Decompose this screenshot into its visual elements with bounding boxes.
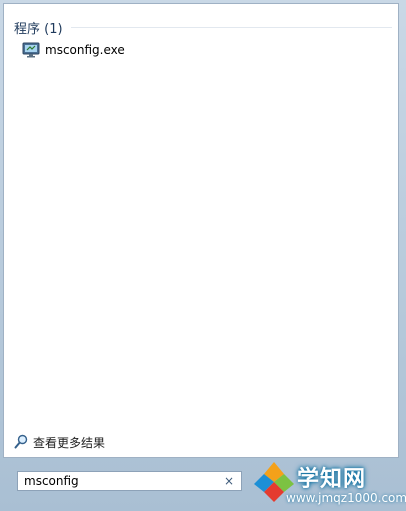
magnifier-icon bbox=[14, 434, 28, 450]
see-more-results-link[interactable]: 查看更多结果 bbox=[14, 432, 105, 452]
clear-search-icon[interactable]: × bbox=[221, 473, 237, 489]
results-group-header[interactable]: 程序 (1) bbox=[14, 16, 392, 38]
start-menu: 程序 (1) msconfig.exe 查看更多结果 msconfig × 学知… bbox=[0, 0, 406, 511]
watermark-title: 学知网 bbox=[297, 467, 367, 492]
result-item-label: msconfig.exe bbox=[45, 43, 125, 57]
group-header-label: 程序 (1) bbox=[14, 21, 63, 37]
search-box[interactable]: × bbox=[17, 471, 242, 491]
msconfig-app-icon bbox=[22, 41, 40, 59]
search-input[interactable] bbox=[18, 473, 221, 489]
search-results-pane: 程序 (1) msconfig.exe 查看更多结果 bbox=[3, 3, 399, 458]
see-more-label: 查看更多结果 bbox=[33, 435, 106, 450]
result-item-msconfig[interactable]: msconfig.exe bbox=[22, 40, 131, 60]
site-watermark-logo: 学知网 www.jmqz1000.com bbox=[252, 458, 406, 508]
watermark-url: www.jmqz1000.com bbox=[286, 491, 406, 505]
group-header-divider bbox=[70, 26, 392, 28]
